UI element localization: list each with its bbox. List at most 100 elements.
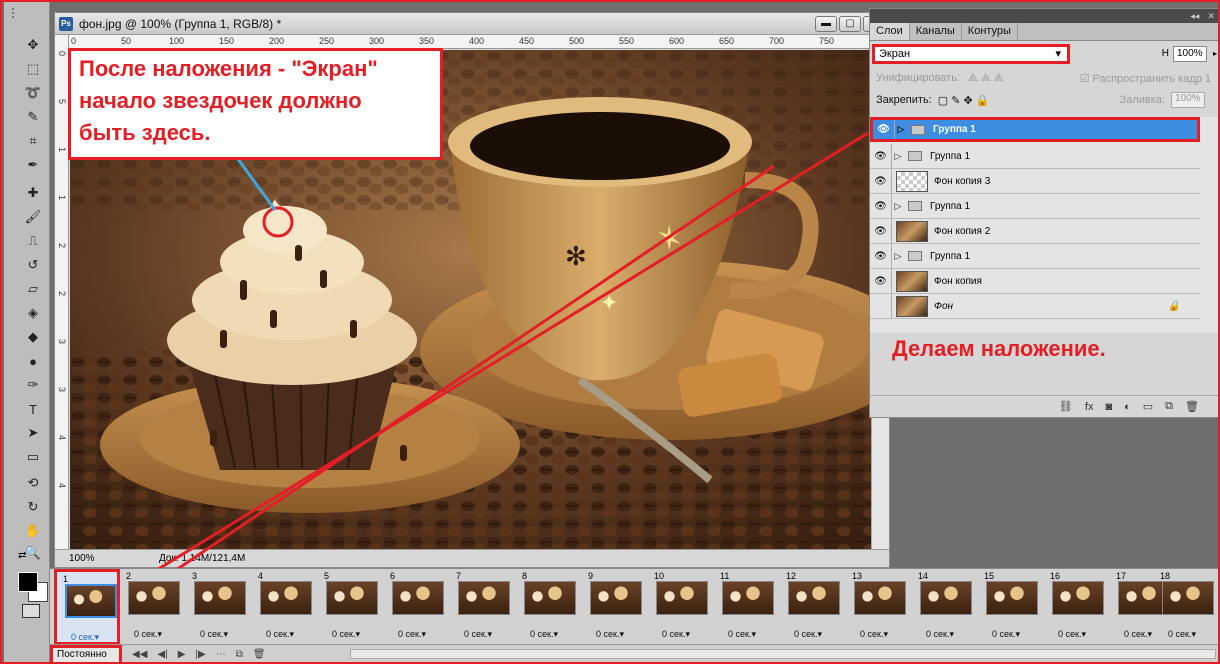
stamp-tool-icon[interactable]: ⎍ [21, 230, 45, 252]
eyedropper-tool-icon[interactable]: ✒ [21, 154, 45, 176]
eye-hidden-slot[interactable] [870, 294, 892, 318]
dodge-tool-icon[interactable]: ● [21, 350, 45, 372]
close-panel-icon[interactable]: ✕ [1207, 11, 1215, 22]
crop-tool-icon[interactable]: ⌗ [21, 130, 45, 152]
layer-row-group[interactable]: 👁 ▷ Группа 1 [870, 144, 1200, 169]
layer-row[interactable]: 👁 Фон копия [870, 269, 1200, 294]
panel-grip[interactable] [12, 8, 17, 18]
blend-mode-select[interactable]: Экран [872, 44, 1070, 64]
fx-icon[interactable]: fx [1085, 401, 1094, 413]
animation-frame[interactable]: 5 0 сек.▾ [318, 569, 384, 645]
expand-triangle-icon[interactable]: ▷ [892, 151, 904, 162]
frame-delay[interactable]: 0 сек.▾ [71, 632, 99, 643]
link-icon[interactable]: ⛓ [1059, 400, 1073, 413]
3d-rotate-tool-icon[interactable]: ⟲ [21, 472, 45, 494]
lasso-tool-icon[interactable]: ➰ [21, 82, 45, 104]
new-group-icon[interactable]: ▭ [1143, 400, 1153, 413]
maximize-button[interactable]: ▢ [839, 16, 861, 32]
expand-triangle-icon[interactable]: ▷ [895, 124, 907, 135]
animation-frame[interactable]: 15 0 сек.▾ [978, 569, 1044, 645]
lock-icons[interactable]: ▢ ✎ ✥ 🔒 [938, 94, 990, 107]
expand-triangle-icon[interactable]: ▷ [892, 201, 904, 212]
tween-icon[interactable]: ⋯ [216, 649, 226, 660]
pen-tool-icon[interactable]: ✑ [21, 374, 45, 396]
tab-channels[interactable]: Каналы [910, 23, 962, 40]
document-size-info[interactable]: Док: 1,14M/121,4M [159, 553, 245, 564]
propagate-frame-checkbox[interactable]: ☑ Распространить кадр 1 [1080, 72, 1211, 85]
expand-triangle-icon[interactable]: ▷ [892, 251, 904, 262]
minimize-button[interactable]: ▬ [815, 16, 837, 32]
animation-frame[interactable]: 7 0 сек.▾ [450, 569, 516, 645]
frame-delay[interactable]: 0 сек.▾ [794, 629, 822, 640]
animation-frame[interactable]: 9 0 сек.▾ [582, 569, 648, 645]
layer-row[interactable]: 👁 Фон копия 3 [870, 169, 1200, 194]
animation-frame[interactable]: 3 0 сек.▾ [186, 569, 252, 645]
eye-icon[interactable]: 👁 [870, 144, 892, 168]
mask-icon[interactable]: ◙ [1105, 401, 1112, 413]
frame-delay[interactable]: 0 сек.▾ [992, 629, 1020, 640]
eye-icon[interactable]: 👁 [870, 194, 892, 218]
fill-tool-icon[interactable]: ◈ [21, 302, 45, 324]
play-icon[interactable]: ▶ [178, 649, 186, 660]
swap-colors-icon[interactable]: ⇄ [18, 550, 26, 561]
frame-delay[interactable]: 0 сек.▾ [398, 629, 426, 640]
next-frame-icon[interactable]: |▶ [195, 649, 205, 660]
eye-icon[interactable]: 👁 [870, 219, 892, 243]
document-title-bar[interactable]: Ps фон.jpg @ 100% (Группа 1, RGB/8) * ▬ … [55, 13, 889, 35]
frame-delay[interactable]: 0 сек.▾ [134, 629, 162, 640]
delete-frame-icon[interactable]: 🗑 [253, 649, 266, 660]
eye-icon[interactable]: 👁 [870, 169, 892, 193]
adjustment-icon[interactable]: ◐ [1124, 401, 1131, 413]
layer-row-group[interactable]: 👁 ▷ Группа 1 [870, 244, 1200, 269]
animation-frame[interactable]: 8 0 сек.▾ [516, 569, 582, 645]
trash-icon[interactable]: 🗑 [1185, 400, 1199, 413]
quick-select-tool-icon[interactable]: ✎ [21, 106, 45, 128]
animation-frame[interactable]: 4 0 сек.▾ [252, 569, 318, 645]
eraser-tool-icon[interactable]: ▱ [21, 278, 45, 300]
brush-tool-icon[interactable]: 🖌 [21, 206, 45, 228]
animation-frame[interactable]: 2 0 сек.▾ [120, 569, 186, 645]
new-layer-icon[interactable]: ⧉ [1165, 400, 1173, 413]
eye-icon[interactable]: 👁 [870, 244, 892, 268]
zoom-level[interactable]: 100% [69, 553, 113, 564]
frame-delay[interactable]: 0 сек.▾ [596, 629, 624, 640]
frame-delay[interactable]: 0 сек.▾ [860, 629, 888, 640]
first-frame-icon[interactable]: ◀◀ [132, 649, 147, 660]
animation-frame-selected[interactable]: 1 0 сек.▾ [54, 569, 120, 645]
frame-delay[interactable]: 0 сек.▾ [266, 629, 294, 640]
unify-icons[interactable]: ⟁ ⟁ ⟁ [968, 72, 1004, 85]
fill-input[interactable]: 100% [1171, 92, 1205, 108]
layer-row-group[interactable]: 👁 ▷ Группа 1 [870, 194, 1200, 219]
blur-tool-icon[interactable]: ◆ [21, 326, 45, 348]
animation-frame[interactable]: 13 0 сек.▾ [846, 569, 912, 645]
frame-delay[interactable]: 0 сек.▾ [662, 629, 690, 640]
marquee-tool-icon[interactable]: ⬚ [21, 58, 45, 80]
frame-delay[interactable]: 0 сек.▾ [1058, 629, 1086, 640]
foreground-color-swatch[interactable] [18, 572, 38, 592]
animation-frame[interactable]: 6 0 сек.▾ [384, 569, 450, 645]
frame-delay[interactable]: 0 сек.▾ [200, 629, 228, 640]
path-select-tool-icon[interactable]: ➤ [21, 422, 45, 444]
collapse-icon[interactable]: ◂◂ [1190, 11, 1199, 22]
layer-row[interactable]: 👁 Фон копия 2 [870, 219, 1200, 244]
layer-row-group-1-selected[interactable]: 👁 ▷ Группа 1 [870, 117, 1200, 142]
frame-delay[interactable]: 0 сек.▾ [530, 629, 558, 640]
quick-mask-button[interactable] [22, 604, 40, 618]
frame-delay[interactable]: 0 сек.▾ [728, 629, 756, 640]
prev-frame-icon[interactable]: ◀| [157, 649, 167, 660]
duplicate-frame-icon[interactable]: ⧉ [236, 649, 243, 660]
animation-frame[interactable]: 11 0 сек.▾ [714, 569, 780, 645]
frame-delay[interactable]: 0 сек.▾ [926, 629, 954, 640]
healing-tool-icon[interactable]: ✚ [21, 182, 45, 204]
opacity-arrow-icon[interactable]: ▸ [1213, 49, 1217, 58]
animation-frame[interactable]: 18 0 сек.▾ [1154, 569, 1216, 645]
opacity-input[interactable]: 100% [1173, 46, 1207, 62]
eye-icon[interactable]: 👁 [870, 269, 892, 293]
loop-options-select[interactable]: Постоянно [50, 644, 122, 662]
frame-delay[interactable]: 0 сек.▾ [464, 629, 492, 640]
animation-frame[interactable]: 10 0 сек.▾ [648, 569, 714, 645]
frames-scrollbar[interactable] [350, 649, 1216, 659]
hand-tool-icon[interactable]: ✋ [21, 520, 45, 542]
frame-delay[interactable]: 0 сек.▾ [332, 629, 360, 640]
animation-frame[interactable]: 16 0 сек.▾ [1044, 569, 1110, 645]
